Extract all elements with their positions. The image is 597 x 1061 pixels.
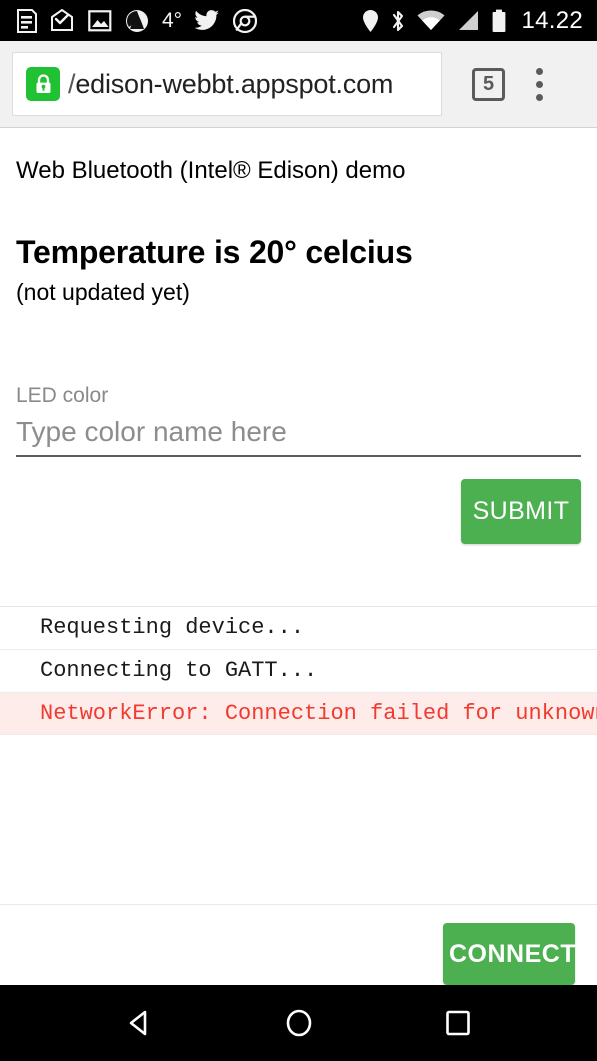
overflow-menu-icon[interactable]: [536, 67, 543, 101]
cellular-signal-icon: [456, 10, 480, 32]
log-line-error: NetworkError: Connection failed for unkn…: [0, 692, 597, 736]
status-bar-system-icons: 14.22: [362, 6, 583, 34]
url-host: edison-webbt.appspot.com: [75, 68, 394, 99]
led-color-input[interactable]: [16, 408, 581, 458]
page-body: Web Bluetooth (Intel® Edison) demo Tempe…: [0, 128, 597, 545]
status-bar-clock: 14.22: [521, 6, 583, 34]
recents-button[interactable]: [418, 985, 498, 1061]
submit-row: SUBMIT: [16, 479, 581, 545]
wifi-icon: [417, 10, 445, 32]
mail-open-icon: [51, 9, 75, 32]
submit-button[interactable]: SUBMIT: [461, 479, 581, 545]
android-status-bar: 4° 14.22: [0, 0, 597, 41]
status-bar-notification-icons: 4°: [16, 8, 362, 33]
android-navigation-bar: [0, 985, 597, 1061]
page-footer: CONNECT: [0, 904, 597, 985]
browser-toolbar: /edison-webbt.appspot.com 5: [0, 41, 597, 128]
moves-app-icon: [125, 9, 149, 33]
menu-dot: [536, 93, 543, 101]
lock-icon: [26, 67, 60, 101]
log-line: Requesting device...: [0, 607, 597, 651]
bluetooth-icon: [390, 9, 406, 33]
temperature-status: (not updated yet): [16, 278, 190, 305]
led-color-label: LED color: [16, 384, 109, 408]
log-line: Connecting to GATT...: [0, 650, 597, 693]
location-pin-icon: [362, 9, 379, 33]
weather-temperature-icon: 4°: [162, 9, 183, 32]
led-color-field-group: LED color: [16, 383, 581, 458]
url-bar[interactable]: /edison-webbt.appspot.com: [12, 52, 442, 116]
photo-image-icon: [88, 9, 112, 32]
page-title: Web Bluetooth (Intel® Edison) demo: [16, 157, 406, 184]
url-text: /edison-webbt.appspot.com: [68, 69, 393, 100]
log-output: Requesting device... Connecting to GATT.…: [0, 606, 597, 736]
battery-icon: [491, 9, 507, 33]
tab-switcher-button[interactable]: 5: [472, 67, 505, 101]
temperature-heading: Temperature is 20° celcius: [16, 233, 413, 270]
menu-dot: [536, 80, 543, 88]
home-button[interactable]: [259, 985, 339, 1061]
chrome-browser-icon: [233, 8, 258, 33]
news-article-icon: [16, 8, 38, 33]
android-phone-screen: 4° 14.22 /edison-webbt.appspot.com 5 Web…: [0, 0, 597, 1061]
web-page-content: Web Bluetooth (Intel® Edison) demo Tempe…: [0, 128, 597, 985]
connect-button[interactable]: CONNECT: [443, 923, 576, 985]
menu-dot: [536, 67, 543, 75]
twitter-bird-icon: [195, 10, 220, 31]
back-button[interactable]: [100, 985, 180, 1061]
